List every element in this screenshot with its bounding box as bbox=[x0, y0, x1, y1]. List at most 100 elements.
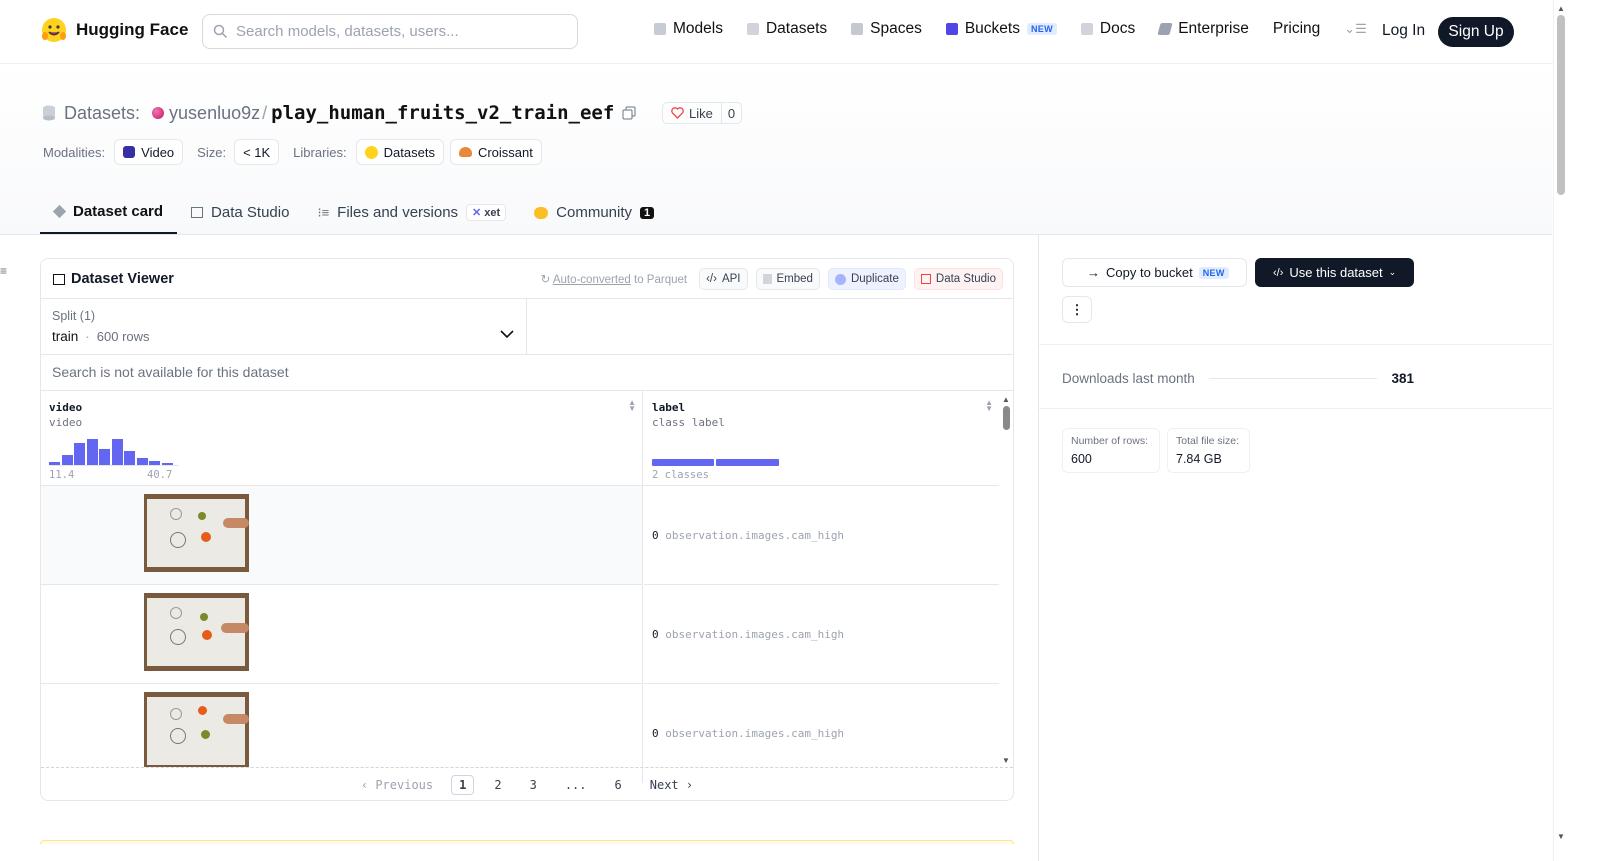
chevron-down-icon bbox=[500, 330, 514, 339]
scroll-up-icon[interactable]: ▲ bbox=[1554, 4, 1568, 13]
modality-video-chip[interactable]: Video bbox=[114, 139, 184, 165]
library-croissant-chip[interactable]: Croissant bbox=[449, 139, 542, 165]
copy-to-bucket-button[interactable]: → Copy to bucket NEW bbox=[1062, 258, 1247, 287]
embed-icon bbox=[762, 274, 772, 284]
signup-button[interactable]: Sign Up bbox=[1438, 17, 1514, 47]
scrollbar-thumb[interactable] bbox=[1002, 406, 1010, 430]
page-scrollbar[interactable]: ▲ ▼ bbox=[1553, 0, 1568, 861]
pagination: ‹ Previous 1 2 3 ... 6 Next › bbox=[41, 767, 1013, 800]
nav-enterprise-link[interactable]: Enterprise bbox=[1157, 20, 1249, 38]
table-row-video-cell[interactable] bbox=[41, 486, 643, 585]
community-count: 1 bbox=[640, 206, 655, 219]
sort-icon[interactable]: ▲ ▼ bbox=[985, 399, 993, 413]
stat-label: Number of rows: bbox=[1071, 435, 1149, 447]
tab-label: Data Studio bbox=[211, 204, 290, 221]
tab-community[interactable]: Community 1 bbox=[520, 191, 668, 234]
copy-icon[interactable] bbox=[622, 106, 636, 120]
new-badge: NEW bbox=[1198, 266, 1229, 279]
brand-name: Hugging Face bbox=[76, 20, 189, 39]
video-thumbnail[interactable] bbox=[144, 494, 249, 572]
heart-icon bbox=[671, 107, 684, 119]
search-input[interactable]: Search models, datasets, users... bbox=[202, 14, 578, 49]
nav-label: Docs bbox=[1099, 20, 1136, 37]
video-thumbnail[interactable] bbox=[144, 692, 249, 767]
more-menu-icon[interactable]: ⌄☰ bbox=[1344, 21, 1367, 37]
table-icon bbox=[191, 207, 204, 218]
histogram-bar bbox=[61, 455, 73, 465]
use-this-dataset-button[interactable]: ‹/› Use this dataset ⌄ bbox=[1255, 258, 1414, 287]
table-scrollbar[interactable]: ▲ ▼ bbox=[1000, 395, 1012, 765]
scrollbar-thumb[interactable] bbox=[1557, 15, 1565, 195]
login-link[interactable]: Log In bbox=[1382, 22, 1425, 40]
nav-label: Buckets bbox=[964, 20, 1020, 37]
card-notice-strip bbox=[40, 840, 1014, 844]
column-header-video[interactable]: video video 11.4 40.7 ▲ ▼ bbox=[41, 391, 643, 486]
sidebar-divider bbox=[1039, 408, 1552, 409]
column-header-label[interactable]: label class label 2 classes ▲ ▼ bbox=[644, 391, 999, 486]
rows-stat-card: Number of rows: 600 bbox=[1062, 428, 1160, 473]
section-label[interactable]: Datasets: bbox=[64, 103, 140, 124]
owner-link[interactable]: yusenluo9z bbox=[169, 103, 260, 124]
like-count: 0 bbox=[720, 103, 741, 123]
arrow-right-icon: → bbox=[1087, 265, 1100, 280]
more-options-button[interactable]: ⋮ bbox=[1062, 296, 1092, 323]
previous-page-button[interactable]: ‹ Previous bbox=[361, 778, 433, 792]
repo-title: Datasets: yusenluo9z / play_human_fruits… bbox=[42, 100, 636, 126]
table-row-label-cell[interactable]: 0 observation.images.cam_high bbox=[644, 585, 999, 684]
next-label: Next bbox=[649, 777, 679, 792]
split-select[interactable]: Split (1) train · 600 rows bbox=[41, 299, 527, 355]
metadata-row: Modalities: Video Size: < 1K Libraries: … bbox=[43, 139, 542, 165]
data-studio-icon bbox=[920, 274, 931, 284]
sort-icon[interactable]: ▲ ▼ bbox=[628, 399, 636, 413]
nav-models-link[interactable]: Models bbox=[654, 20, 723, 38]
data-studio-button[interactable]: Data Studio bbox=[913, 268, 1003, 290]
nav-pricing-link[interactable]: Pricing bbox=[1273, 20, 1320, 38]
table-row-label-cell[interactable]: 0 observation.images.cam_high bbox=[644, 486, 999, 585]
scroll-down-icon[interactable]: ▼ bbox=[1000, 756, 1012, 765]
dataset-name[interactable]: play_human_fruits_v2_train_eef bbox=[271, 102, 614, 124]
downloads-row: Downloads last month 381 bbox=[1062, 369, 1414, 387]
files-icon: ⁝≡ bbox=[317, 204, 330, 220]
nav-buckets-link[interactable]: Buckets NEW bbox=[945, 20, 1057, 38]
code-icon: ‹/› bbox=[1273, 266, 1284, 279]
stat-value: 600 bbox=[1071, 452, 1092, 466]
tab-files-and-versions[interactable]: ⁝≡ Files and versions ✕ xet bbox=[303, 191, 520, 234]
library-datasets-chip[interactable]: Datasets bbox=[355, 139, 444, 165]
dataset-viewer: Dataset Viewer ↻ Auto-converted to Parqu… bbox=[40, 258, 1014, 801]
xet-badge: ✕ xet bbox=[466, 204, 507, 221]
scroll-down-icon[interactable]: ▼ bbox=[1554, 832, 1568, 841]
croissant-icon bbox=[458, 147, 472, 157]
brand-logo[interactable]: Hugging Face bbox=[40, 16, 188, 44]
size-chip[interactable]: < 1K bbox=[234, 139, 280, 165]
next-page-button[interactable]: Next › bbox=[650, 778, 693, 792]
histogram-max: 40.7 bbox=[147, 469, 173, 481]
tab-dataset-card[interactable]: Dataset card bbox=[40, 191, 178, 234]
embed-button[interactable]: Embed bbox=[755, 268, 820, 290]
like-button[interactable]: Like 0 bbox=[662, 102, 743, 124]
video-thumbnail[interactable] bbox=[144, 593, 249, 671]
page-button-6[interactable]: 6 bbox=[615, 778, 622, 792]
nav-docs-link[interactable]: Docs bbox=[1080, 20, 1136, 38]
table-row-video-cell[interactable] bbox=[41, 585, 643, 684]
button-label: Copy to bucket bbox=[1106, 265, 1193, 280]
nav-label: Models bbox=[673, 20, 723, 37]
nav-datasets-link[interactable]: Datasets bbox=[746, 20, 827, 38]
page-button-2[interactable]: 2 bbox=[494, 778, 501, 792]
page-button-3[interactable]: 3 bbox=[530, 778, 537, 792]
enterprise-icon bbox=[1157, 23, 1173, 35]
auto-converted-link[interactable]: Auto-converted bbox=[553, 274, 631, 286]
tab-data-studio[interactable]: Data Studio bbox=[177, 191, 303, 234]
label-text: observation.images.cam_high bbox=[665, 628, 845, 641]
sidebar-toggle-icon[interactable]: ≡ bbox=[0, 264, 7, 278]
duplicate-button[interactable]: Duplicate bbox=[827, 268, 906, 290]
search-placeholder: Search models, datasets, users... bbox=[236, 23, 459, 40]
hand bbox=[223, 518, 249, 528]
split-spacer bbox=[527, 299, 1013, 355]
scroll-up-icon[interactable]: ▲ bbox=[1000, 395, 1012, 404]
api-button[interactable]: ‹/› API bbox=[699, 268, 748, 290]
page-button-1[interactable]: 1 bbox=[451, 774, 475, 795]
stat-label: Total file size: bbox=[1176, 435, 1240, 447]
button-label: Duplicate bbox=[850, 273, 899, 285]
chip-label: Video bbox=[141, 144, 175, 160]
nav-spaces-link[interactable]: Spaces bbox=[851, 20, 922, 38]
